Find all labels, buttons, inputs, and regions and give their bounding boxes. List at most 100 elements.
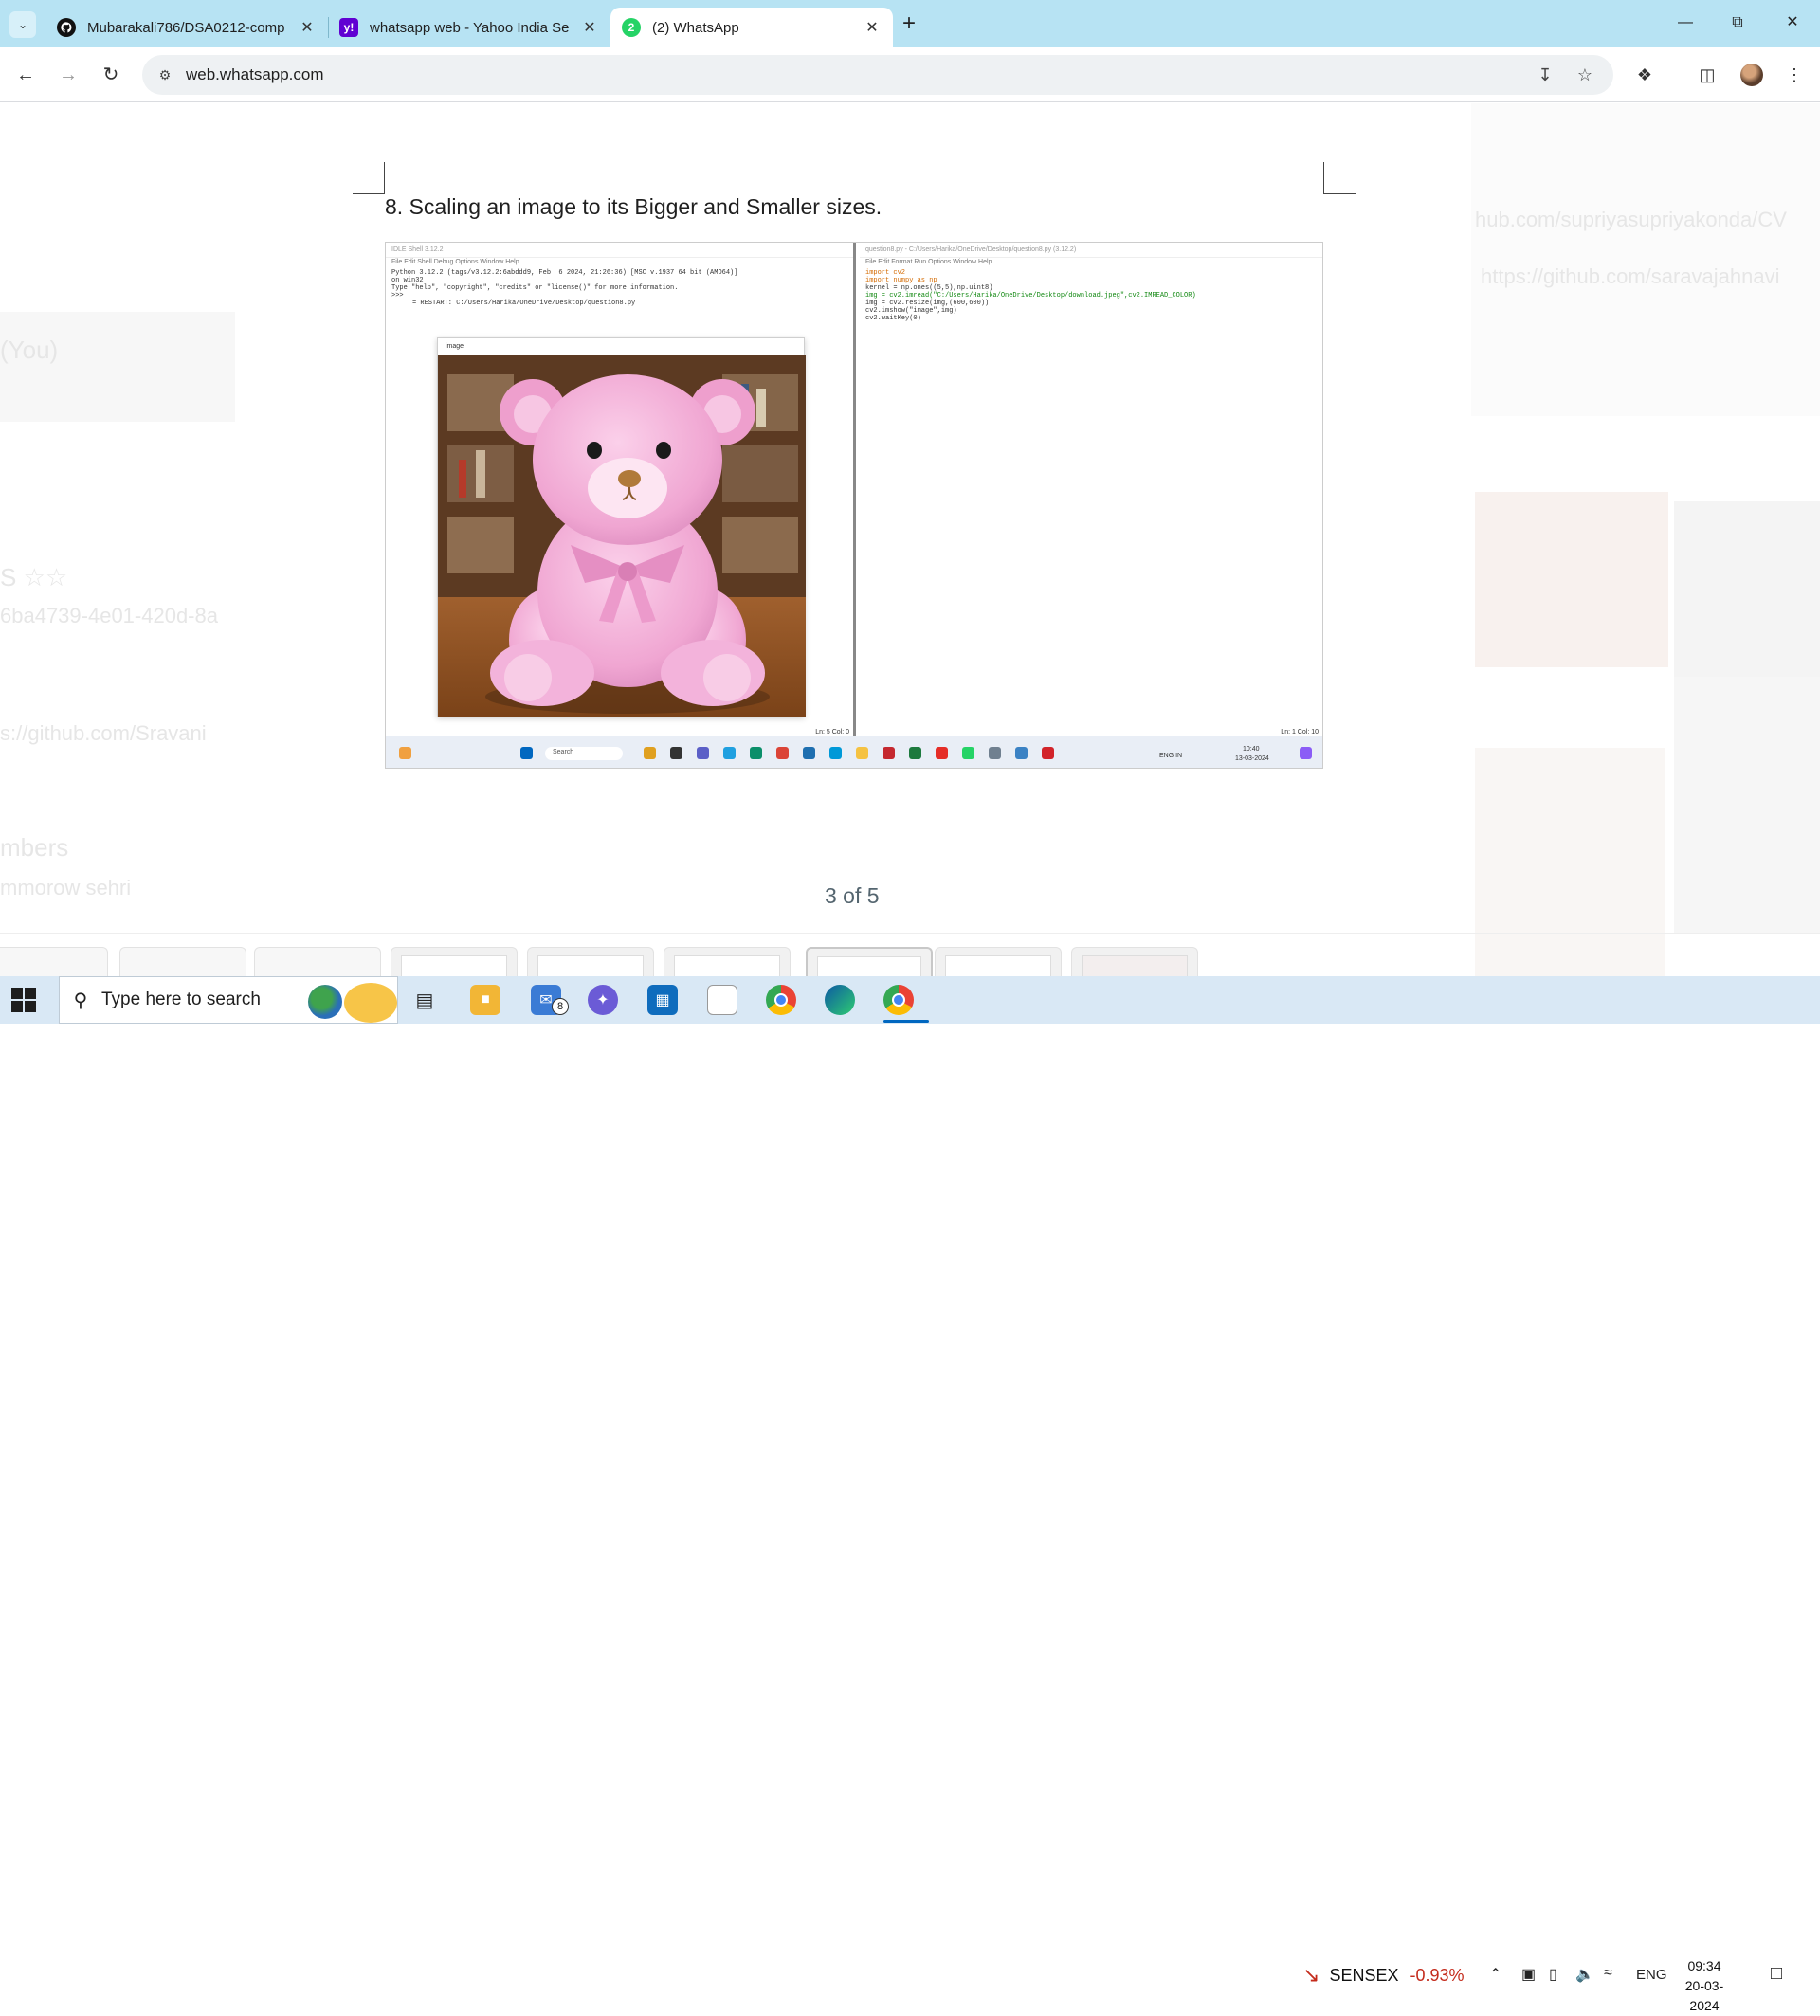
browser-tab-strip: ⌄ Mubarakali786/DSA0212-comp ✕ y! whatsa… [0, 0, 1820, 47]
taskbar-clock[interactable]: 09:34 20-03-2024 [1672, 1956, 1737, 2016]
document-heading: 8. Scaling an image to its Bigger and Sm… [385, 194, 883, 219]
tab-close-icon[interactable]: ✕ [298, 18, 317, 37]
profile-avatar[interactable] [1740, 64, 1763, 86]
file-explorer-icon[interactable]: ■ [470, 985, 500, 1015]
tab-title: Mubarakali786/DSA0212-comp [87, 19, 285, 36]
minimize-icon[interactable]: — [1664, 9, 1707, 36]
restore-icon[interactable]: ⧉ [1716, 9, 1759, 36]
code-line: kernel = np.ones((5,5),np.uint8) [865, 284, 993, 292]
app-icon [803, 747, 815, 759]
volume-muted-icon[interactable]: 🔈 [1575, 1965, 1594, 1984]
code-line: img = cv2.resize(img,(600,600)) [865, 300, 990, 307]
app-icon [1300, 747, 1312, 759]
window-title: question8.py - C:/Users/Harika/OneDrive/… [860, 243, 1322, 258]
app-icon [856, 747, 868, 759]
background-text: https://github.com/saravajahnavi [1481, 264, 1780, 288]
sensex-label: SENSEX [1329, 1965, 1399, 1985]
app-icon [989, 747, 1001, 759]
tab-close-icon[interactable]: ✕ [863, 18, 882, 37]
url-text: web.whatsapp.com [186, 65, 324, 83]
show-hidden-icons-icon[interactable]: ⌃ [1489, 1965, 1502, 1984]
thumbnail[interactable] [119, 947, 246, 976]
app-icon [829, 747, 842, 759]
menu-icon[interactable]: ⋮ [1780, 61, 1809, 89]
extensions-icon[interactable]: ❖ [1630, 61, 1659, 89]
shell-line: = RESTART: C:/Users/Harika/OneDrive/Desk… [412, 300, 636, 307]
chrome-profile-icon[interactable] [883, 985, 914, 1015]
background-text: S ☆☆ [0, 563, 68, 591]
back-icon[interactable]: ← [11, 61, 40, 89]
app-icon [670, 747, 682, 759]
background-thumbnail [1475, 492, 1668, 667]
code-line: cv2.waitKey(0) [865, 315, 921, 322]
close-window-icon[interactable]: ✕ [1771, 9, 1814, 36]
new-tab-icon[interactable]: + [896, 11, 922, 38]
windows-start-icon[interactable] [11, 988, 36, 1012]
browser-toolbar: ← → ↻ ⚙ web.whatsapp.com ↧ ☆ ❖ ◫ ⋮ [0, 47, 1820, 102]
app-icon [776, 747, 789, 759]
tab-title: (2) WhatsApp [652, 19, 739, 36]
shell-line: on win32 [391, 277, 424, 284]
media-viewer: (You) hub.com/supriyasupriyakonda/CV htt… [0, 103, 1820, 976]
app-icon [1015, 747, 1028, 759]
search-icon: ⚲ [73, 990, 88, 1011]
search-placeholder: Type here to search [101, 990, 261, 1009]
tab-yahoo[interactable]: y! whatsapp web - Yahoo India Se ✕ [328, 8, 610, 47]
chrome-icon[interactable] [766, 985, 796, 1015]
background-text: s://github.com/Sravani [0, 721, 207, 745]
thumbnail[interactable] [935, 947, 1062, 976]
side-panel-icon[interactable]: ◫ [1693, 61, 1721, 89]
language-indicator[interactable]: ENG [1636, 1967, 1667, 1983]
code-line: cv2.imshow("image",img) [865, 307, 957, 315]
taskbar-search-box[interactable]: ⚲ Type here to search [59, 976, 398, 1024]
windows-taskbar: ⚲ Type here to search ▤ ■ ✉ ✦ ▦ ↘ SENSEX… [0, 976, 1820, 2013]
app-icon [962, 747, 974, 759]
code-line: import cv2 [865, 269, 906, 277]
install-app-icon[interactable]: ↧ [1534, 64, 1556, 86]
background-thumbnail [1674, 501, 1820, 691]
bookmark-star-icon[interactable]: ☆ [1574, 64, 1596, 86]
address-bar[interactable]: ⚙ web.whatsapp.com ↧ ☆ [142, 55, 1613, 95]
mini-language: ENG IN [1159, 753, 1183, 759]
whatsapp-icon: 2 [622, 18, 641, 37]
tab-search-dropdown-icon[interactable]: ⌄ [9, 11, 36, 38]
thumbnail[interactable] [0, 947, 108, 976]
tab-whatsapp[interactable]: 2 (2) WhatsApp ✕ [610, 8, 893, 47]
window-menu: File Edit Shell Debug Options Window Hel… [391, 259, 519, 265]
mail-unread-badge: 8 [552, 998, 569, 1015]
weather-icon [399, 747, 411, 759]
app-icon [1042, 747, 1054, 759]
reload-icon[interactable]: ↻ [97, 61, 125, 89]
start-icon [520, 747, 533, 759]
copilot-icon[interactable]: ✦ [588, 985, 618, 1015]
teddy-bear-photo [438, 355, 806, 717]
thumbnail[interactable] [1071, 947, 1198, 976]
thumbnail[interactable] [527, 947, 654, 976]
site-info-icon[interactable]: ⚙ [155, 65, 174, 84]
battery-icon[interactable]: ▯ [1549, 1965, 1557, 1984]
background-text: mbers [0, 833, 69, 862]
edge-icon[interactable] [825, 985, 855, 1015]
moon-icon [344, 983, 397, 1023]
background-panel [1471, 103, 1820, 416]
file-icon[interactable] [707, 985, 737, 1015]
network-icon[interactable]: ≈ [1604, 1965, 1612, 1982]
crop-mark [353, 162, 385, 194]
notifications-icon[interactable]: □ [1771, 1963, 1782, 1985]
sensex-widget[interactable]: ↘ SENSEX -0.93% [1302, 1963, 1465, 1988]
meet-now-icon[interactable]: ▣ [1521, 1965, 1536, 1984]
shell-line: Python 3.12.2 (tags/v3.12.2:6abddd9, Feb… [391, 269, 738, 277]
code-line: img = cv2.imread("C:/Users/Harika/OneDri… [865, 292, 1196, 300]
yahoo-icon: y! [339, 18, 358, 37]
tab-github[interactable]: Mubarakali786/DSA0212-comp ✕ [46, 8, 328, 47]
forward-icon[interactable]: → [54, 61, 82, 89]
tab-close-icon[interactable]: ✕ [580, 18, 599, 37]
thumbnail-selected[interactable] [806, 947, 933, 976]
background-text: mmorow sehri [0, 876, 132, 899]
store-icon[interactable]: ▦ [647, 985, 678, 1015]
task-view-icon[interactable]: ▤ [410, 985, 440, 1015]
idle-shell-window: IDLE Shell 3.12.2 File Edit Shell Debug … [386, 243, 856, 736]
thumbnail[interactable] [391, 947, 518, 976]
thumbnail[interactable] [254, 947, 381, 976]
thumbnail[interactable] [664, 947, 791, 976]
